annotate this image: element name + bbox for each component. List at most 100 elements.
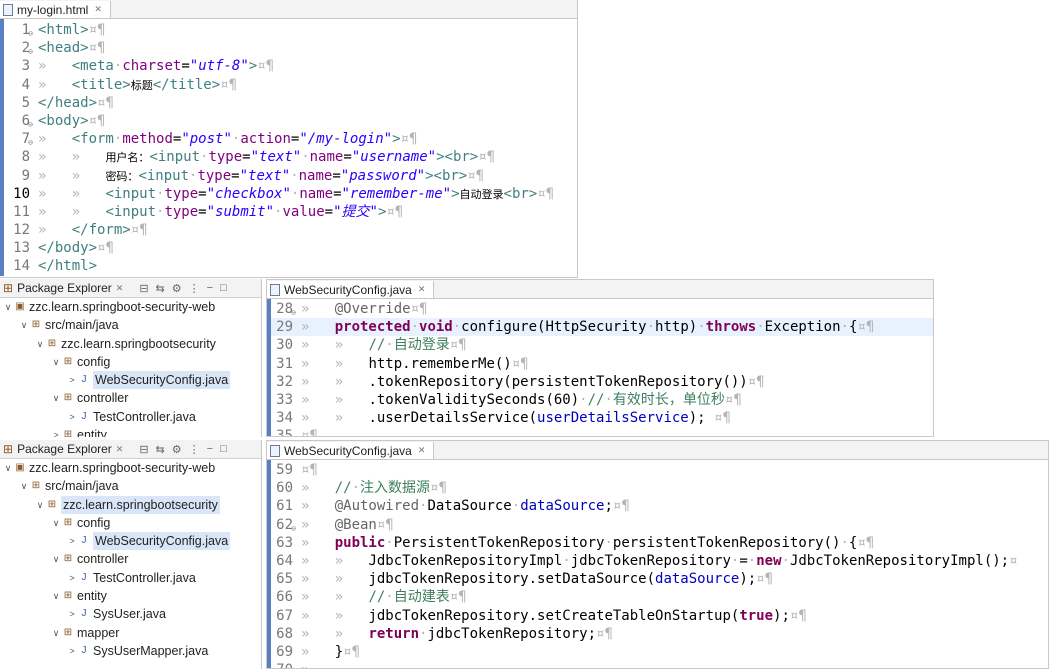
explorer-toolbar: ⊟ ⇆ ⚙ ⋮ − □ (139, 443, 226, 456)
chevron-right-icon[interactable]: > (50, 426, 62, 437)
close-icon[interactable]: ✕ (94, 4, 102, 15)
chevron-down-icon[interactable]: ∨ (2, 459, 14, 477)
chevron-down-icon[interactable]: ∨ (50, 389, 62, 407)
chevron-down-icon[interactable]: ∨ (50, 550, 62, 568)
code-line[interactable]: 60 » //·注入数据源¤¶ (267, 479, 1048, 497)
collapse-all-icon[interactable]: ⊟ (139, 443, 148, 456)
chevron-right-icon[interactable]: > (66, 605, 78, 623)
chevron-down-icon[interactable]: ∨ (34, 335, 46, 353)
tree-item[interactable]: > J WebSecurityConfig.java (0, 532, 261, 551)
code-line[interactable]: 35 ¤¶ (267, 427, 933, 436)
code-line[interactable]: 4 » <title>标题</title>¤¶ (0, 76, 577, 94)
code-line[interactable]: 7 ⊖» <form·method="post"·action="/my-logi… (0, 130, 577, 148)
view-menu-icon[interactable]: ⋮ (189, 282, 200, 295)
tree-item[interactable]: > ⊞ entity (0, 426, 261, 437)
code-line[interactable]: 70 » (267, 661, 1048, 668)
code-line[interactable]: 29» protected·void·configure(HttpSecurit… (267, 318, 933, 337)
tab-websecurityconfig-java[interactable]: WebSecurityConfig.java ✕ (267, 281, 435, 298)
chevron-down-icon[interactable]: ∨ (34, 496, 46, 514)
close-icon[interactable]: ✕ (116, 283, 124, 294)
code-line[interactable]: 64» » JdbcTokenRepositoryImpl·jdbcTokenR… (267, 552, 1048, 570)
tree-item[interactable]: > J SysUser.java (0, 605, 261, 623)
tree-item[interactable]: ∨ ⊞ controller (0, 550, 261, 568)
code-token: @Autowired (334, 498, 420, 515)
chevron-right-icon[interactable]: > (66, 569, 78, 587)
java-code-area[interactable]: 59 ¤¶ 60» //·注入数据源¤¶ 61» @Autowired·DataSou… (267, 460, 1048, 668)
code-line[interactable]: 14 </html> (0, 257, 577, 275)
java-code-area[interactable]: 28 ⊖» @Override¤¶ 29» protected·void·confi… (267, 299, 933, 436)
filter-icon[interactable]: ⚙ (172, 282, 182, 295)
code-line[interactable]: 12 » </form>¤¶ (0, 221, 577, 239)
chevron-down-icon[interactable]: ∨ (50, 353, 62, 371)
code-line[interactable]: 33» » .tokenValiditySeconds(60)·//·有效时长，… (267, 391, 933, 409)
code-line[interactable]: 32 » » .tokenRepository(persistentTokenRe… (267, 373, 933, 391)
code-line[interactable]: 11» » <input·type="submit"·value="提交">¤¶ (0, 203, 577, 221)
tree-item[interactable]: > J TestController.java (0, 408, 261, 426)
code-line[interactable]: 67 » » jdbcTokenRepository.setCreateTable… (267, 607, 1048, 625)
code-line[interactable]: 9» » 密码：<input·type="text"·name="passwor… (0, 167, 577, 185)
code-line[interactable]: 1 ⊖ <html>¤¶ (0, 21, 577, 39)
tree-item[interactable]: ∨ ⊞ src/main/java (0, 316, 261, 334)
package-tree[interactable]: ∨ ▣ zzc.learn.springboot-security-web ∨ ⊞ src… (0, 459, 261, 660)
code-line[interactable]: 63» public·PersistentTokenRepository·per… (267, 534, 1048, 552)
chevron-down-icon[interactable]: ∨ (50, 514, 62, 532)
code-line[interactable]: 13 </body>¤¶ (0, 239, 577, 257)
minimize-icon[interactable]: − (207, 282, 213, 295)
code-line[interactable]: 62 ⊖» @Bean¤¶ (267, 516, 1048, 534)
chevron-right-icon[interactable]: > (66, 408, 78, 426)
link-editor-icon[interactable]: ⇆ (156, 443, 165, 456)
tree-item[interactable]: ∨ ▣ zzc.learn.springboot-security-web (0, 298, 261, 316)
close-icon[interactable]: ✕ (418, 284, 426, 295)
chevron-down-icon[interactable]: ∨ (18, 316, 30, 334)
chevron-right-icon[interactable]: > (66, 371, 78, 389)
code-line[interactable]: 66 » » //·自动建表¤¶ (267, 588, 1048, 606)
tree-item[interactable]: > J SysUserMapper.java (0, 642, 261, 660)
code-line[interactable]: 61» @Autowired·DataSource·dataSource;¤¶ (267, 497, 1048, 515)
code-line[interactable]: 59 ¤¶ (267, 461, 1048, 479)
code-line[interactable]: 28 ⊖» @Override¤¶ (267, 300, 933, 318)
chevron-right-icon[interactable]: > (66, 642, 78, 660)
tree-item[interactable]: > J WebSecurityConfig.java (0, 371, 261, 390)
link-editor-icon[interactable]: ⇆ (156, 282, 165, 295)
tree-item[interactable]: ∨ ⊞ entity (0, 587, 261, 605)
tree-item[interactable]: ∨ ⊞ zzc.learn.springbootsecurity (0, 335, 261, 353)
view-menu-icon[interactable]: ⋮ (189, 443, 200, 456)
code-line[interactable]: 10» » <input·type="checkbox"·name="remem… (0, 185, 577, 203)
code-line[interactable]: 68» » return·jdbcTokenRepository;¤¶ (267, 625, 1048, 643)
html-code-area[interactable]: 1 ⊖ <html>¤¶ 2 ⊖ <head>¤¶ 3» <meta·charset="ut… (0, 19, 577, 276)
code-line[interactable]: 34 » » .userDetailsService(userDetailsSer… (267, 409, 933, 427)
minimize-icon[interactable]: − (207, 443, 213, 456)
tree-item[interactable]: > J TestController.java (0, 569, 261, 587)
maximize-icon[interactable]: □ (220, 443, 227, 456)
chevron-right-icon[interactable]: > (66, 532, 78, 550)
code-line[interactable]: 5 </head>¤¶ (0, 94, 577, 112)
close-icon[interactable]: ✕ (116, 444, 124, 455)
tree-item[interactable]: ∨ ⊞ src/main/java (0, 477, 261, 495)
code-token: jdbcTokenRepository; (427, 625, 597, 642)
code-line[interactable]: 3» <meta·charset="utf-8">¤¶ (0, 57, 577, 75)
filter-icon[interactable]: ⚙ (172, 443, 182, 456)
tree-item[interactable]: ∨ ⊞ zzc.learn.springbootsecurity (0, 495, 261, 514)
tree-item[interactable]: ∨ ⊞ config (0, 353, 261, 371)
code-line[interactable]: 31 » » http.rememberMe()¤¶ (267, 355, 933, 373)
code-line[interactable]: 2 ⊖ <head>¤¶ (0, 39, 577, 57)
chevron-down-icon[interactable]: ∨ (18, 477, 30, 495)
tree-item[interactable]: ∨ ⊞ config (0, 514, 261, 532)
chevron-down-icon[interactable]: ∨ (50, 587, 62, 605)
code-line[interactable]: 6 ⊖ <body>¤¶ (0, 112, 577, 130)
code-line[interactable]: 69 » }¤¶ (267, 643, 1048, 661)
code-line[interactable]: 30 » » //·自动登录¤¶ (267, 336, 933, 354)
tab-websecurityconfig-java[interactable]: WebSecurityConfig.java ✕ (267, 442, 435, 459)
collapse-all-icon[interactable]: ⊟ (139, 282, 148, 295)
code-line[interactable]: 65 » » jdbcTokenRepository.setDataSource(… (267, 570, 1048, 588)
chevron-down-icon[interactable]: ∨ (50, 624, 62, 642)
tree-item[interactable]: ∨ ⊞ controller (0, 389, 261, 407)
tab-my-login-html[interactable]: my-login.html ✕ (0, 1, 111, 18)
tree-item[interactable]: ∨ ⊞ mapper (0, 624, 261, 642)
chevron-down-icon[interactable]: ∨ (2, 298, 14, 316)
maximize-icon[interactable]: □ (220, 282, 227, 295)
package-tree[interactable]: ∨ ▣ zzc.learn.springboot-security-web ∨ ⊞ src… (0, 298, 261, 437)
code-line[interactable]: 8» » 用户名：<input·type="text"·name="userna… (0, 148, 577, 166)
tree-item[interactable]: ∨ ▣ zzc.learn.springboot-security-web (0, 459, 261, 477)
close-icon[interactable]: ✕ (418, 445, 426, 456)
